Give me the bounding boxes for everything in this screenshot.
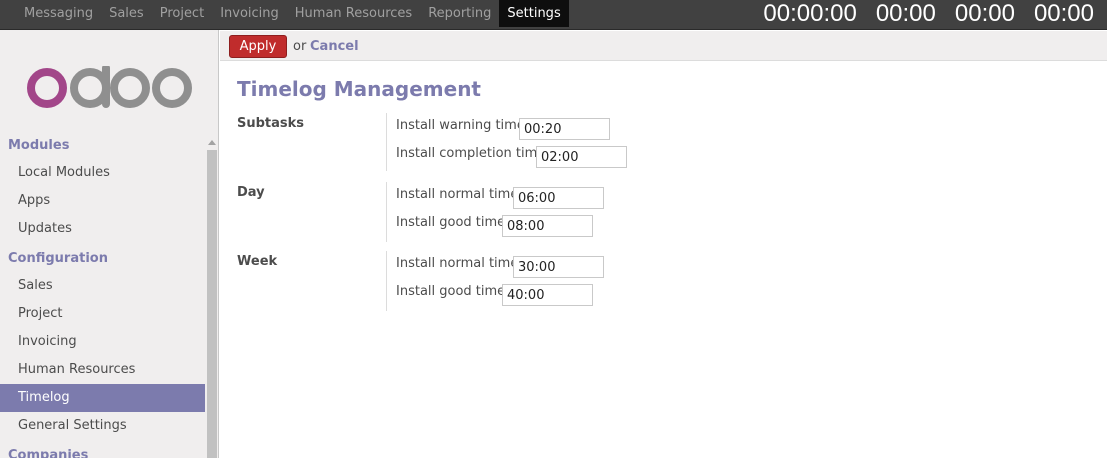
- sidebar-item-updates[interactable]: Updates: [0, 215, 205, 243]
- group-divider: [386, 182, 387, 242]
- menu-sales[interactable]: Sales: [101, 0, 152, 27]
- section-configuration: Configuration: [8, 251, 108, 266]
- menu-messaging[interactable]: Messaging: [16, 0, 101, 27]
- menu-invoicing[interactable]: Invoicing: [212, 0, 287, 27]
- field-label-completion-time: Install completion time: [396, 146, 546, 161]
- field-label-week-normal-time: Install normal time: [396, 256, 519, 271]
- timer-group: 00:00:00 00:00 00:00 00:00: [763, 0, 1094, 28]
- field-label-day-normal-time: Install normal time: [396, 187, 519, 202]
- group-divider: [386, 251, 387, 311]
- sidebar-nav: Modules Local Modules Apps Updates Confi…: [0, 133, 205, 458]
- cancel-link[interactable]: Cancel: [310, 39, 359, 54]
- timer-3: 00:00: [954, 0, 1015, 27]
- sidebar-item-apps[interactable]: Apps: [0, 187, 205, 215]
- timer-2: 00:00: [875, 0, 936, 27]
- or-separator: or: [293, 39, 307, 54]
- timer-4: 00:00: [1033, 0, 1094, 27]
- week-good-time-input[interactable]: [502, 284, 593, 306]
- main-menu: Messaging Sales Project Invoicing Human …: [16, 0, 569, 27]
- group-divider: [386, 113, 387, 171]
- timer-main: 00:00:00: [763, 0, 857, 27]
- top-menu-bar: Messaging Sales Project Invoicing Human …: [0, 0, 1107, 30]
- group-label-week: Week: [237, 254, 278, 269]
- week-normal-time-input[interactable]: [513, 256, 604, 278]
- section-companies: Companies: [8, 448, 89, 458]
- sidebar-item-invoicing[interactable]: Invoicing: [0, 328, 205, 356]
- day-normal-time-input[interactable]: [513, 187, 604, 209]
- group-label-subtasks: Subtasks: [237, 116, 305, 131]
- sidebar-item-timelog[interactable]: Timelog: [0, 384, 205, 412]
- field-label-warning-time: Install warning time: [396, 118, 525, 133]
- form-action-bar: Apply or Cancel: [220, 31, 1107, 61]
- menu-human-resources[interactable]: Human Resources: [287, 0, 420, 27]
- sidebar-item-human-resources[interactable]: Human Resources: [0, 356, 205, 384]
- completion-time-input[interactable]: [536, 146, 627, 168]
- menu-project[interactable]: Project: [152, 0, 212, 27]
- warning-time-input[interactable]: [519, 118, 610, 140]
- sidebar-item-general-settings[interactable]: General Settings: [0, 412, 205, 440]
- sidebar-item-project[interactable]: Project: [0, 300, 205, 328]
- menu-reporting[interactable]: Reporting: [420, 0, 499, 27]
- settings-form: Timelog Management Subtasks Install warn…: [220, 61, 1107, 458]
- group-label-day: Day: [237, 185, 265, 200]
- sidebar-scrollbar[interactable]: [206, 136, 218, 458]
- scroll-thumb[interactable]: [207, 150, 217, 458]
- sidebar-item-sales[interactable]: Sales: [0, 272, 205, 300]
- field-label-week-good-time: Install good time: [396, 284, 506, 299]
- field-label-day-good-time: Install good time: [396, 215, 506, 230]
- odoo-logo[interactable]: [27, 66, 193, 110]
- scroll-up-arrow-icon[interactable]: [208, 140, 216, 145]
- apply-button[interactable]: Apply: [229, 35, 287, 58]
- day-good-time-input[interactable]: [502, 215, 593, 237]
- sidebar-item-local-modules[interactable]: Local Modules: [0, 159, 205, 187]
- sidebar: Modules Local Modules Apps Updates Confi…: [0, 30, 219, 458]
- menu-settings[interactable]: Settings: [499, 0, 569, 27]
- section-modules: Modules: [8, 138, 70, 153]
- page-title: Timelog Management: [237, 77, 481, 101]
